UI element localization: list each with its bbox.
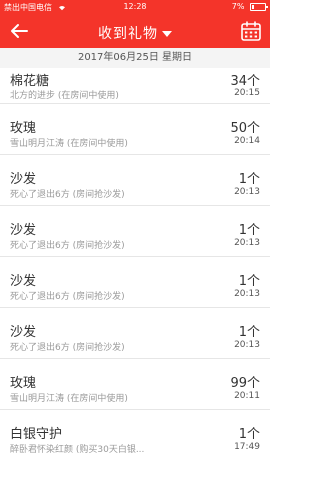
caret-down-icon [162, 31, 172, 37]
gift-time: 20:13 [234, 187, 260, 197]
gift-name: 沙发 [10, 325, 37, 340]
gift-row[interactable]: 白银守护 醉卧君怀染红颜 (购买30天白银... 1个 17:49 [0, 410, 270, 461]
gift-row[interactable]: 玫瑰 雪山明月江涛 (在房间中使用) 99个 20:11 [0, 359, 270, 410]
gift-count: 1个 [238, 274, 260, 289]
gift-name: 玫瑰 [10, 121, 37, 136]
gift-count: 34个 [230, 74, 260, 89]
gift-count: 1个 [238, 427, 260, 442]
gift-row[interactable]: 沙发 死心了退出6方 (房间抢沙发) 1个 20:13 [0, 155, 270, 206]
battery-icon [250, 2, 268, 11]
battery-percent: 7% [231, 2, 245, 11]
gift-row[interactable]: 玫瑰 雪山明月江涛 (在房间中使用) 50个 20:14 [0, 104, 270, 155]
gift-row[interactable]: 沙发 死心了退出6方 (房间抢沙发) 1个 20:13 [0, 206, 270, 257]
gift-row[interactable]: 沙发 死心了退出6方 (房间抢沙发) 1个 20:13 [0, 308, 270, 359]
status-bar: 禁出中国电信 12:28 7% [0, 0, 270, 14]
gift-sender: 雪山明月江涛 (在房间中使用) [10, 394, 128, 404]
gift-row[interactable]: 沙发 死心了退出6方 (房间抢沙发) 1个 20:13 [0, 257, 270, 308]
gift-time: 20:13 [234, 238, 260, 248]
gift-count: 1个 [238, 223, 260, 238]
gift-time: 20:13 [234, 289, 260, 299]
status-time: 12:28 [123, 2, 147, 11]
nav-title: 收到礼物 [98, 26, 158, 42]
gift-time: 20:13 [234, 340, 260, 350]
gift-list: 棉花糖 北方的进步 (在房间中使用) 34个 20:15 玫瑰 雪山明月江涛 (… [0, 68, 270, 461]
gift-sender: 死心了退出6方 (房间抢沙发) [10, 241, 125, 251]
gift-count: 99个 [230, 376, 260, 391]
gift-count: 50个 [230, 121, 260, 136]
status-battery-group: 7% [231, 2, 268, 11]
nav-bar: 收到礼物 [0, 14, 270, 48]
gift-sender: 死心了退出6方 (房间抢沙发) [10, 190, 125, 200]
gift-sender: 雪山明月江涛 (在房间中使用) [10, 139, 128, 149]
gift-sender: 北方的进步 (在房间中使用) [10, 91, 119, 101]
gift-time: 17:49 [234, 442, 260, 452]
gift-sender: 死心了退出6方 (房间抢沙发) [10, 343, 125, 353]
gift-time: 20:14 [234, 136, 260, 146]
gift-count: 1个 [238, 325, 260, 340]
gift-sender: 醉卧君怀染红颜 (购买30天白银... [10, 445, 145, 455]
gift-name: 沙发 [10, 172, 37, 187]
gift-name: 沙发 [10, 223, 37, 238]
gift-name: 玫瑰 [10, 376, 37, 391]
calendar-icon[interactable] [240, 20, 262, 42]
nav-title-dropdown[interactable]: 收到礼物 [0, 23, 270, 43]
gift-name: 棉花糖 [10, 74, 50, 89]
gift-time: 20:15 [234, 88, 260, 98]
date-header: 2017年06月25日 星期日 [0, 48, 270, 68]
gift-count: 1个 [238, 172, 260, 187]
gift-name: 沙发 [10, 274, 37, 289]
gift-time: 20:11 [234, 391, 260, 401]
gift-name: 白银守护 [10, 427, 63, 442]
gift-row[interactable]: 棉花糖 北方的进步 (在房间中使用) 34个 20:15 [0, 68, 270, 104]
gift-sender: 死心了退出6方 (房间抢沙发) [10, 292, 125, 302]
